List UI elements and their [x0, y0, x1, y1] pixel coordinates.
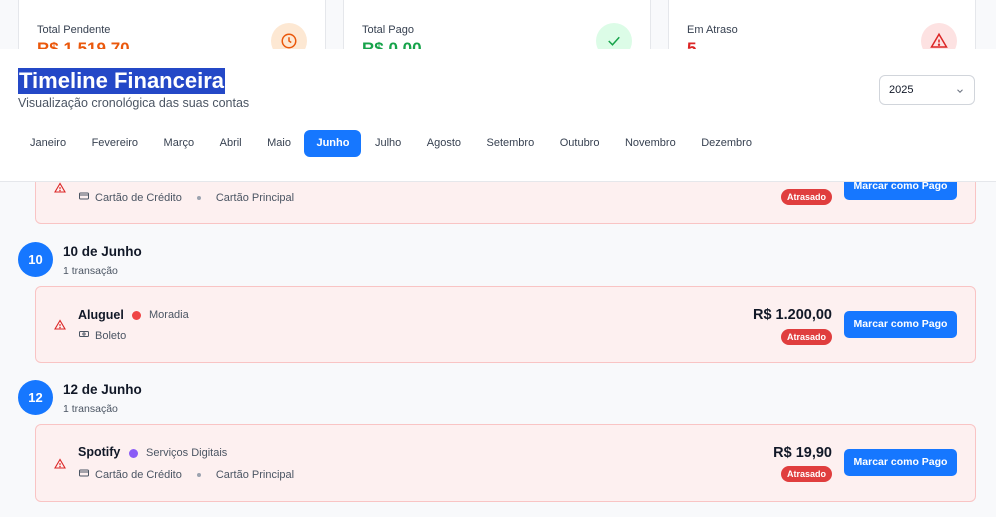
page-title: Timeline Financeira [18, 68, 226, 94]
year-select-value: 2025 [889, 84, 914, 96]
payment-method: Cartão de Crédito [95, 191, 182, 204]
category-color-dot [132, 310, 141, 320]
day-circle: 10 [18, 242, 53, 277]
summary-label: Total Pago [362, 24, 414, 36]
transaction-name: Spotify [78, 445, 121, 459]
tab-month-fevereiro[interactable]: Fevereiro [80, 130, 150, 157]
mark-as-paid-button[interactable]: Marcar como Pago [844, 449, 957, 476]
day-transaction-count: 1 transação [63, 403, 118, 415]
alert-triangle-icon [54, 318, 66, 336]
transaction-amount: R$ 19,90 [773, 445, 832, 461]
payment-account: Cartão Principal [215, 468, 295, 481]
credit-card-icon [78, 467, 90, 482]
page-subtitle: Visualização cronológica das suas contas [18, 96, 250, 110]
transaction-amount: R$ 1.200,00 [752, 307, 832, 323]
tab-month-agosto[interactable]: Agosto [415, 130, 473, 157]
mark-as-paid-button[interactable]: Marcar como Pago [844, 311, 957, 338]
transaction-card: Aluguel Moradia Boleto R$ 1.200,00 Atras… [35, 286, 976, 363]
alert-triangle-icon [54, 181, 66, 199]
day-title: 12 de Junho [63, 382, 142, 397]
alert-triangle-icon [54, 457, 66, 475]
category-label: Serviços Digitais [146, 447, 228, 459]
tab-month-maio[interactable]: Maio [255, 130, 303, 157]
transaction-name: Aluguel [78, 308, 124, 322]
day-circle: 12 [18, 380, 53, 415]
transaction-meta: Cartão de Crédito Cartão Principal [78, 467, 294, 482]
tab-month-julho[interactable]: Julho [363, 130, 413, 157]
tab-month-novembro[interactable]: Novembro [613, 130, 688, 157]
payment-method: Cartão de Crédito [95, 468, 182, 481]
month-tabs: Janeiro Fevereiro Março Abril Maio Junho… [18, 130, 765, 157]
chevron-down-icon [955, 86, 965, 99]
separator-dot [196, 472, 201, 477]
tab-month-junho[interactable]: Junho [304, 130, 362, 157]
separator-dot [196, 195, 201, 200]
summary-label: Total Pendente [37, 24, 111, 36]
payment-method: Boleto [95, 329, 127, 342]
tab-month-setembro[interactable]: Setembro [475, 130, 547, 157]
timeline-header: Timeline Financeira Visualização cronoló… [0, 49, 996, 182]
year-select[interactable]: 2025 [879, 75, 975, 105]
tab-month-marco[interactable]: Março [152, 130, 207, 157]
cash-icon [78, 328, 90, 343]
transaction-category: Serviços Digitais [129, 447, 227, 459]
transaction-meta: Boleto [78, 328, 126, 343]
tab-month-outubro[interactable]: Outubro [548, 130, 612, 157]
transaction-category: Moradia [132, 309, 189, 321]
status-badge: Atrasado [780, 329, 832, 345]
status-badge: Atrasado [780, 466, 832, 482]
day-title: 10 de Junho [63, 244, 142, 259]
tab-month-abril[interactable]: Abril [208, 130, 254, 157]
credit-card-icon [78, 190, 90, 205]
summary-label: Em Atraso [687, 24, 738, 36]
category-label: Moradia [149, 309, 189, 321]
transaction-meta: Cartão de Crédito Cartão Principal [78, 190, 294, 205]
day-transaction-count: 1 transação [63, 265, 118, 277]
transaction-card: Spotify Serviços Digitais Cartão de Créd… [35, 424, 976, 502]
payment-account: Cartão Principal [215, 191, 295, 204]
status-badge: Atrasado [780, 189, 832, 205]
tab-month-janeiro[interactable]: Janeiro [18, 130, 78, 157]
category-color-dot [129, 448, 138, 458]
tab-month-dezembro[interactable]: Dezembro [689, 130, 764, 157]
